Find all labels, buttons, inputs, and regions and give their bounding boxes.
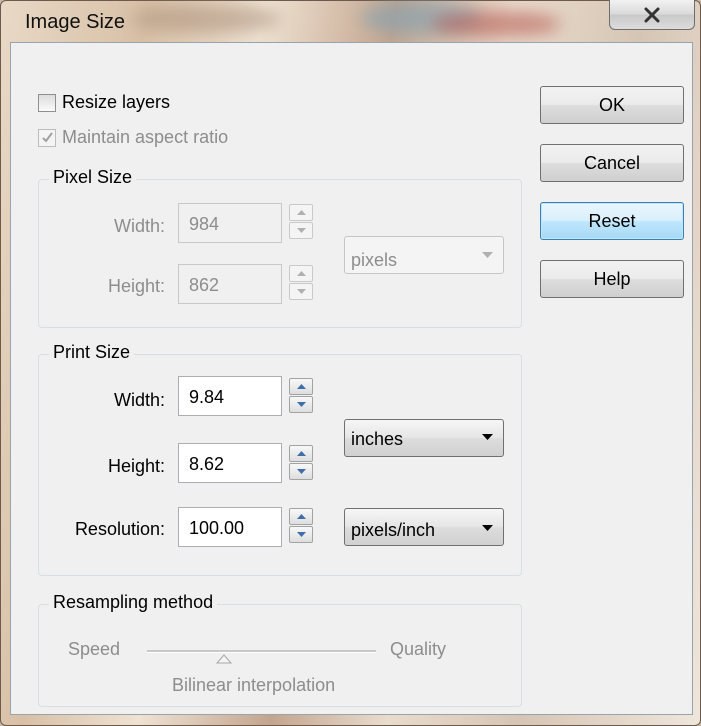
titlebar-background-smear bbox=[131, 5, 281, 33]
spin-down-button[interactable] bbox=[289, 526, 313, 543]
reset-button[interactable]: Reset bbox=[540, 202, 684, 240]
close-button[interactable] bbox=[609, 0, 695, 30]
pixel-unit-value: pixels bbox=[351, 250, 398, 270]
pixel-width-spinner[interactable] bbox=[289, 204, 313, 239]
image-size-dialog: Image Size Resize layers Maintain aspect… bbox=[0, 0, 701, 726]
resize-layers-checkbox[interactable] bbox=[38, 93, 56, 112]
resampling-slider-track[interactable] bbox=[147, 650, 376, 653]
resolution-label: Resolution: bbox=[74, 519, 165, 539]
resolution-unit-value: pixels/inch bbox=[351, 520, 436, 540]
resolution-unit-dropdown[interactable]: pixels/inch bbox=[344, 508, 504, 546]
pixel-width-input[interactable]: 984 bbox=[178, 203, 282, 243]
chevron-down-icon bbox=[296, 228, 306, 233]
titlebar-background-smear bbox=[431, 11, 561, 37]
print-height-input[interactable]: 8.62 bbox=[178, 443, 282, 483]
chevron-up-icon bbox=[296, 384, 306, 389]
chevron-down-icon bbox=[296, 469, 306, 474]
chevron-down-icon bbox=[296, 532, 306, 537]
pixel-size-title: Pixel Size bbox=[49, 167, 137, 188]
resolution-input[interactable]: 100.00 bbox=[178, 507, 282, 547]
dropdown-arrow-icon bbox=[482, 252, 493, 258]
spin-up-button[interactable] bbox=[289, 378, 313, 395]
chevron-up-icon bbox=[296, 451, 306, 456]
spin-down-button[interactable] bbox=[289, 463, 313, 480]
chevron-up-icon bbox=[296, 210, 306, 215]
print-width-input[interactable]: 9.84 bbox=[178, 376, 282, 416]
print-unit-value: inches bbox=[351, 429, 404, 449]
help-button[interactable]: Help bbox=[540, 260, 684, 298]
pixel-height-spinner[interactable] bbox=[289, 265, 313, 300]
resize-layers-option[interactable]: Resize layers bbox=[38, 92, 170, 113]
spin-up-button[interactable] bbox=[289, 204, 313, 221]
print-width-label: Width: bbox=[113, 390, 165, 410]
resolution-spinner[interactable] bbox=[289, 508, 313, 543]
slider-quality-label: Quality bbox=[390, 639, 447, 659]
maintain-aspect-checkbox[interactable] bbox=[38, 128, 56, 147]
checkmark-icon bbox=[42, 131, 53, 143]
chevron-down-icon bbox=[296, 402, 306, 407]
dropdown-arrow-icon bbox=[482, 434, 493, 440]
print-unit-dropdown[interactable]: inches bbox=[344, 419, 504, 457]
chevron-down-icon bbox=[296, 289, 306, 294]
maintain-aspect-label: Maintain aspect ratio bbox=[62, 127, 229, 147]
chevron-up-icon bbox=[296, 271, 306, 276]
pixel-unit-dropdown[interactable]: pixels bbox=[344, 236, 504, 274]
spin-down-button[interactable] bbox=[289, 396, 313, 413]
resize-layers-label: Resize layers bbox=[62, 92, 171, 112]
pixel-width-label: Width: bbox=[113, 216, 165, 236]
slider-thumb-icon[interactable] bbox=[216, 654, 232, 664]
print-height-spinner[interactable] bbox=[289, 445, 313, 480]
print-size-title: Print Size bbox=[49, 342, 135, 363]
print-width-spinner[interactable] bbox=[289, 378, 313, 413]
window-title: Image Size bbox=[25, 11, 126, 33]
slider-speed-label: Speed bbox=[68, 639, 121, 659]
spin-up-button[interactable] bbox=[289, 508, 313, 525]
spin-down-button[interactable] bbox=[289, 222, 313, 239]
pixel-height-input[interactable]: 862 bbox=[178, 264, 282, 304]
dropdown-arrow-icon bbox=[482, 525, 493, 531]
close-icon bbox=[644, 7, 660, 22]
pixel-height-label: Height: bbox=[107, 276, 165, 296]
spin-up-button[interactable] bbox=[289, 265, 313, 282]
ok-button[interactable]: OK bbox=[540, 86, 684, 124]
resampling-method-value: Bilinear interpolation bbox=[172, 675, 336, 695]
print-height-label: Height: bbox=[107, 456, 165, 476]
chevron-up-icon bbox=[296, 514, 306, 519]
resampling-title: Resampling method bbox=[49, 592, 218, 613]
spin-up-button[interactable] bbox=[289, 445, 313, 462]
title-bar[interactable]: Image Size bbox=[1, 0, 700, 41]
maintain-aspect-option[interactable]: Maintain aspect ratio bbox=[38, 127, 228, 148]
spin-down-button[interactable] bbox=[289, 283, 313, 300]
cancel-button[interactable]: Cancel bbox=[540, 144, 684, 182]
dialog-client-area: Resize layers Maintain aspect ratio Pixe… bbox=[10, 42, 693, 715]
